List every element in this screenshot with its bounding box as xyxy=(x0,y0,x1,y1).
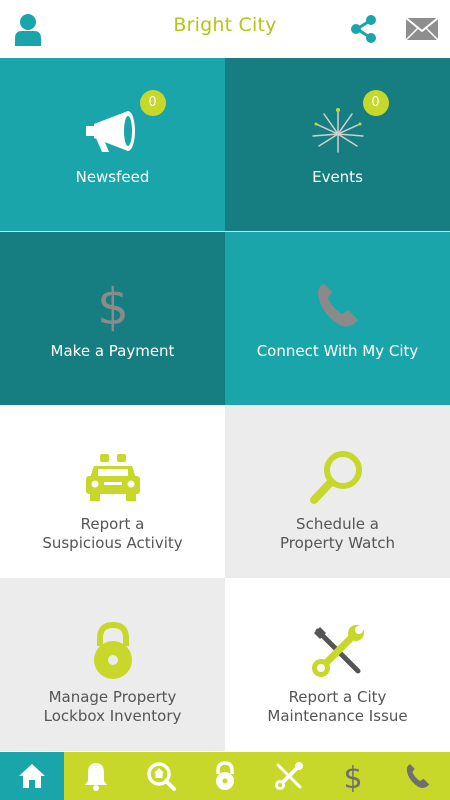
tile-events-icon-wrap: 0 xyxy=(307,90,389,164)
tile-report-suspicious[interactable]: Report a Suspicious Activity xyxy=(0,405,225,578)
envelope-icon xyxy=(405,17,439,41)
tile-suspicious-icon-wrap xyxy=(82,445,144,511)
tile-schedule-watch-label: Schedule a Property Watch xyxy=(280,515,395,553)
tile-lockbox-icon-wrap xyxy=(91,618,135,684)
tile-events[interactable]: 0 Events xyxy=(225,58,450,231)
megaphone-icon xyxy=(85,111,135,152)
label-line: Manage Property xyxy=(48,688,177,706)
magnifier-icon xyxy=(309,451,362,504)
top-bar: Bright City xyxy=(0,0,450,58)
tab-notifications[interactable] xyxy=(64,752,128,800)
tab-maintenance[interactable] xyxy=(257,752,321,800)
search-home-icon xyxy=(146,762,176,791)
label-line: Property Watch xyxy=(280,534,395,552)
tab-property-watch[interactable] xyxy=(129,752,193,800)
tab-payment[interactable]: $ xyxy=(321,752,385,800)
label-line: Suspicious Activity xyxy=(42,534,183,552)
label-line: Lockbox Inventory xyxy=(43,707,182,725)
tile-connect-city-label: Connect With My City xyxy=(256,342,419,360)
mail-button[interactable] xyxy=(404,10,440,48)
tools-icon xyxy=(311,625,364,677)
police-car-icon xyxy=(85,454,140,501)
label-line: Maintenance Issue xyxy=(267,707,408,725)
label-line: Report a xyxy=(80,515,145,533)
label-line: Report a City xyxy=(288,688,387,706)
label-line: Schedule a xyxy=(296,515,379,533)
svg-text:$: $ xyxy=(344,761,363,792)
tile-report-maintenance-label: Report a City Maintenance Issue xyxy=(267,688,407,726)
tile-manage-lockbox[interactable]: Manage Property Lockbox Inventory xyxy=(0,578,225,751)
tile-report-maintenance[interactable]: Report a City Maintenance Issue xyxy=(225,578,450,751)
bell-icon xyxy=(85,763,108,791)
app-screen: Bright City 0 Newsfeed 0 Events $ Make a… xyxy=(0,0,450,800)
bottom-tab-bar: $ xyxy=(0,752,450,800)
tile-manage-lockbox-label: Manage Property Lockbox Inventory xyxy=(44,688,182,726)
tile-watch-icon-wrap xyxy=(309,445,366,511)
tab-contact[interactable] xyxy=(386,752,450,800)
tile-connect-icon-wrap xyxy=(314,272,362,338)
share-icon xyxy=(351,15,376,43)
phone-icon xyxy=(317,284,358,327)
tab-home[interactable] xyxy=(0,752,65,800)
fireworks-icon xyxy=(311,108,364,153)
tile-newsfeed-label: Newsfeed xyxy=(75,168,150,186)
padlock-icon xyxy=(93,622,132,679)
dollar-icon: $ xyxy=(344,761,363,792)
menu-grid: 0 Newsfeed 0 Events $ Make a Payment Con… xyxy=(0,58,450,752)
phone-icon xyxy=(406,764,429,789)
share-button[interactable] xyxy=(346,10,382,48)
tile-make-payment-label: Make a Payment xyxy=(50,342,175,360)
tile-payment-icon-wrap: $ xyxy=(96,272,130,338)
tile-newsfeed-icon-wrap: 0 xyxy=(82,90,166,164)
tools-icon xyxy=(275,762,304,790)
svg-text:$: $ xyxy=(97,278,129,332)
home-icon xyxy=(19,764,46,788)
newsfeed-count-badge: 0 xyxy=(139,90,166,116)
lock-icon xyxy=(215,761,234,790)
tile-connect-city[interactable]: Connect With My City xyxy=(225,232,450,405)
tile-report-suspicious-label: Report a Suspicious Activity xyxy=(42,515,182,553)
tile-newsfeed[interactable]: 0 Newsfeed xyxy=(0,58,225,231)
tile-events-label: Events xyxy=(312,168,363,186)
app-title: Bright City xyxy=(173,14,277,36)
tile-make-payment[interactable]: $ Make a Payment xyxy=(0,232,225,405)
events-count-badge: 0 xyxy=(362,90,389,116)
tile-schedule-watch[interactable]: Schedule a Property Watch xyxy=(225,405,450,578)
tab-lockbox[interactable] xyxy=(193,752,257,800)
dollar-icon: $ xyxy=(97,278,129,332)
tile-maintenance-icon-wrap xyxy=(310,618,366,684)
